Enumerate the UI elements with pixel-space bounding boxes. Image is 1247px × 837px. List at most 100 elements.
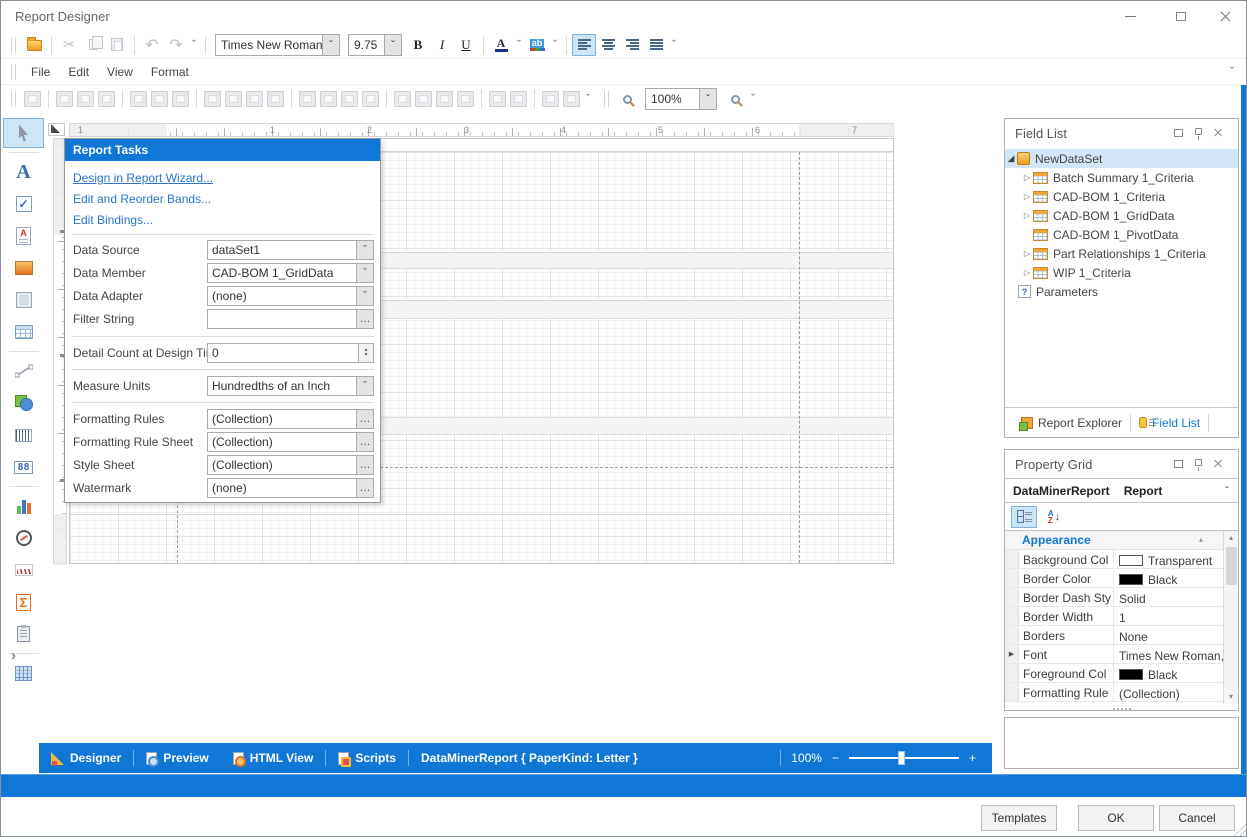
v-spacing-remove-icon[interactable]: [457, 91, 474, 107]
zoom-in-button[interactable]: +: [969, 751, 976, 765]
close-button[interactable]: [1203, 1, 1247, 31]
align-centers-icon[interactable]: [77, 91, 94, 107]
align-bottoms-icon[interactable]: [172, 91, 189, 107]
bold-button[interactable]: B: [406, 34, 430, 56]
toolbox-richtext[interactable]: A: [3, 221, 44, 251]
scroll-up-icon[interactable]: ▴: [1224, 531, 1238, 545]
design-in-report-wizard-link[interactable]: Design in Report Wizard...: [73, 171, 213, 185]
tree-node-table[interactable]: ▷ Part Relationships 1_Criteria: [1005, 244, 1238, 263]
ellipsis-icon[interactable]: …: [356, 456, 373, 474]
undo-dropdown-chevron-icon[interactable]: ˇ: [188, 41, 200, 49]
same-width-icon[interactable]: [204, 91, 221, 107]
alphabetical-sort-button[interactable]: AZ ↓: [1041, 506, 1067, 528]
zoom-out-button[interactable]: −: [832, 751, 839, 765]
ellipsis-icon[interactable]: …: [356, 310, 373, 328]
tree-node-table[interactable]: CAD-BOM 1_PivotData: [1005, 225, 1238, 244]
align-justify-button[interactable]: [644, 34, 668, 56]
underline-button[interactable]: U: [454, 34, 478, 56]
ellipsis-icon[interactable]: …: [356, 433, 373, 451]
cut-button[interactable]: ✂: [57, 34, 81, 56]
collapse-category-icon[interactable]: ▴: [1199, 535, 1203, 544]
chevron-down-icon[interactable]: ˇ: [356, 287, 373, 305]
font-color-chevron-icon[interactable]: ˇ: [513, 41, 525, 49]
menu-format[interactable]: Format: [142, 61, 198, 83]
property-row[interactable]: Border Dash Sty Solid: [1005, 588, 1223, 607]
scrollbar-thumb[interactable]: [1226, 547, 1237, 585]
v-spacing-decrease-icon[interactable]: [436, 91, 453, 107]
size-to-grid2-icon[interactable]: [225, 91, 242, 107]
cancel-button[interactable]: Cancel: [1159, 805, 1235, 831]
minimize-button[interactable]: [1108, 1, 1153, 31]
order-chevron-icon[interactable]: ˇ: [582, 95, 594, 103]
h-spacing-remove-icon[interactable]: [362, 91, 379, 107]
maximize-button[interactable]: [1158, 1, 1203, 31]
tab-designer[interactable]: Designer: [39, 743, 133, 773]
tree-node-root[interactable]: ◢ NewDataSet: [1005, 149, 1238, 168]
toolbox-table[interactable]: [3, 317, 44, 347]
toolbox-panel[interactable]: [3, 285, 44, 315]
formatting-rule-sheet-editor[interactable]: (Collection)…: [207, 432, 374, 452]
detail-count-spinner[interactable]: 0 ▴▾: [207, 343, 374, 363]
h-spacing-decrease-icon[interactable]: [341, 91, 358, 107]
tab-field-list[interactable]: Field List: [1131, 408, 1208, 437]
h-spacing-equal-icon[interactable]: [299, 91, 316, 107]
toolbox-chart[interactable]: [3, 491, 44, 521]
tab-report-explorer[interactable]: Report Explorer: [1013, 408, 1130, 437]
v-spacing-equal-icon[interactable]: [394, 91, 411, 107]
tab-preview[interactable]: Preview: [134, 743, 220, 773]
highlight-button[interactable]: ab: [525, 34, 549, 56]
menu-view[interactable]: View: [98, 61, 142, 83]
collapse-icon[interactable]: ◢: [1005, 153, 1017, 164]
menu-file[interactable]: File: [22, 61, 59, 83]
style-sheet-editor[interactable]: (Collection)…: [207, 455, 374, 475]
size-to-grid-icon[interactable]: [24, 91, 41, 107]
align-rights-icon[interactable]: [98, 91, 115, 107]
align-lefts-icon[interactable]: [56, 91, 73, 107]
toolbox-barcode[interactable]: [3, 420, 44, 450]
align-chevron-icon[interactable]: ˇ: [668, 41, 680, 49]
zoom-slider[interactable]: [849, 757, 959, 759]
center-vertically-icon[interactable]: [510, 91, 527, 107]
watermark-editor[interactable]: (none)…: [207, 478, 374, 498]
property-row[interactable]: Foreground Col Black: [1005, 664, 1223, 683]
ellipsis-icon[interactable]: …: [356, 479, 373, 497]
object-selector-combo[interactable]: DataMinerReport Report ˇ: [1005, 478, 1238, 503]
restore-panel-button[interactable]: [1168, 125, 1188, 141]
scroll-down-icon[interactable]: ▾: [1224, 690, 1238, 704]
center-horizontally-icon[interactable]: [489, 91, 506, 107]
chevron-down-icon[interactable]: ˇ: [1216, 479, 1238, 502]
edit-and-reorder-bands-link[interactable]: Edit and Reorder Bands...: [73, 192, 211, 206]
property-row[interactable]: Border Width 1: [1005, 607, 1223, 626]
property-row[interactable]: Background Col Transparent: [1005, 550, 1223, 569]
chevron-down-icon[interactable]: ˇ: [699, 89, 716, 109]
copy-button[interactable]: [81, 34, 105, 56]
tree-node-table[interactable]: ▷ WIP 1_Criteria: [1005, 263, 1238, 282]
toolbox-pageinfo[interactable]: [3, 619, 44, 649]
expand-icon[interactable]: ▷: [1021, 268, 1033, 277]
align-tops-icon[interactable]: [130, 91, 147, 107]
same-size-icon[interactable]: [267, 91, 284, 107]
categorized-view-button[interactable]: [1011, 506, 1037, 528]
h-spacing-increase-icon[interactable]: [320, 91, 337, 107]
toolbox-label[interactable]: A: [3, 157, 44, 187]
align-right-button[interactable]: [620, 34, 644, 56]
zoom-combo[interactable]: 100% ˇ: [645, 88, 717, 110]
redo-button[interactable]: ↷: [164, 34, 188, 56]
ok-button[interactable]: OK: [1078, 805, 1154, 831]
spin-down-icon[interactable]: ▾: [364, 353, 367, 358]
tab-scripts[interactable]: Scripts: [326, 743, 408, 773]
restore-panel-button[interactable]: [1168, 456, 1188, 472]
toolbox-sparkline[interactable]: [3, 555, 44, 585]
zoom-out-button[interactable]: [615, 88, 639, 110]
chevron-down-icon[interactable]: ˇ: [322, 35, 339, 55]
toolbox-gauge[interactable]: [3, 523, 44, 553]
send-to-back-icon[interactable]: [563, 91, 580, 107]
chevron-down-icon[interactable]: ˇ: [356, 241, 373, 259]
property-row[interactable]: Borders None: [1005, 626, 1223, 645]
highlight-chevron-icon[interactable]: ˇ: [549, 41, 561, 49]
property-grid-scrollbar[interactable]: ▴ ▾: [1223, 531, 1238, 704]
toolbox-overflow-chevron-icon[interactable]: ›: [11, 647, 16, 664]
bring-to-front-icon[interactable]: [542, 91, 559, 107]
data-source-combo[interactable]: dataSet1ˇ: [207, 240, 374, 260]
expand-icon[interactable]: ▷: [1021, 249, 1033, 258]
